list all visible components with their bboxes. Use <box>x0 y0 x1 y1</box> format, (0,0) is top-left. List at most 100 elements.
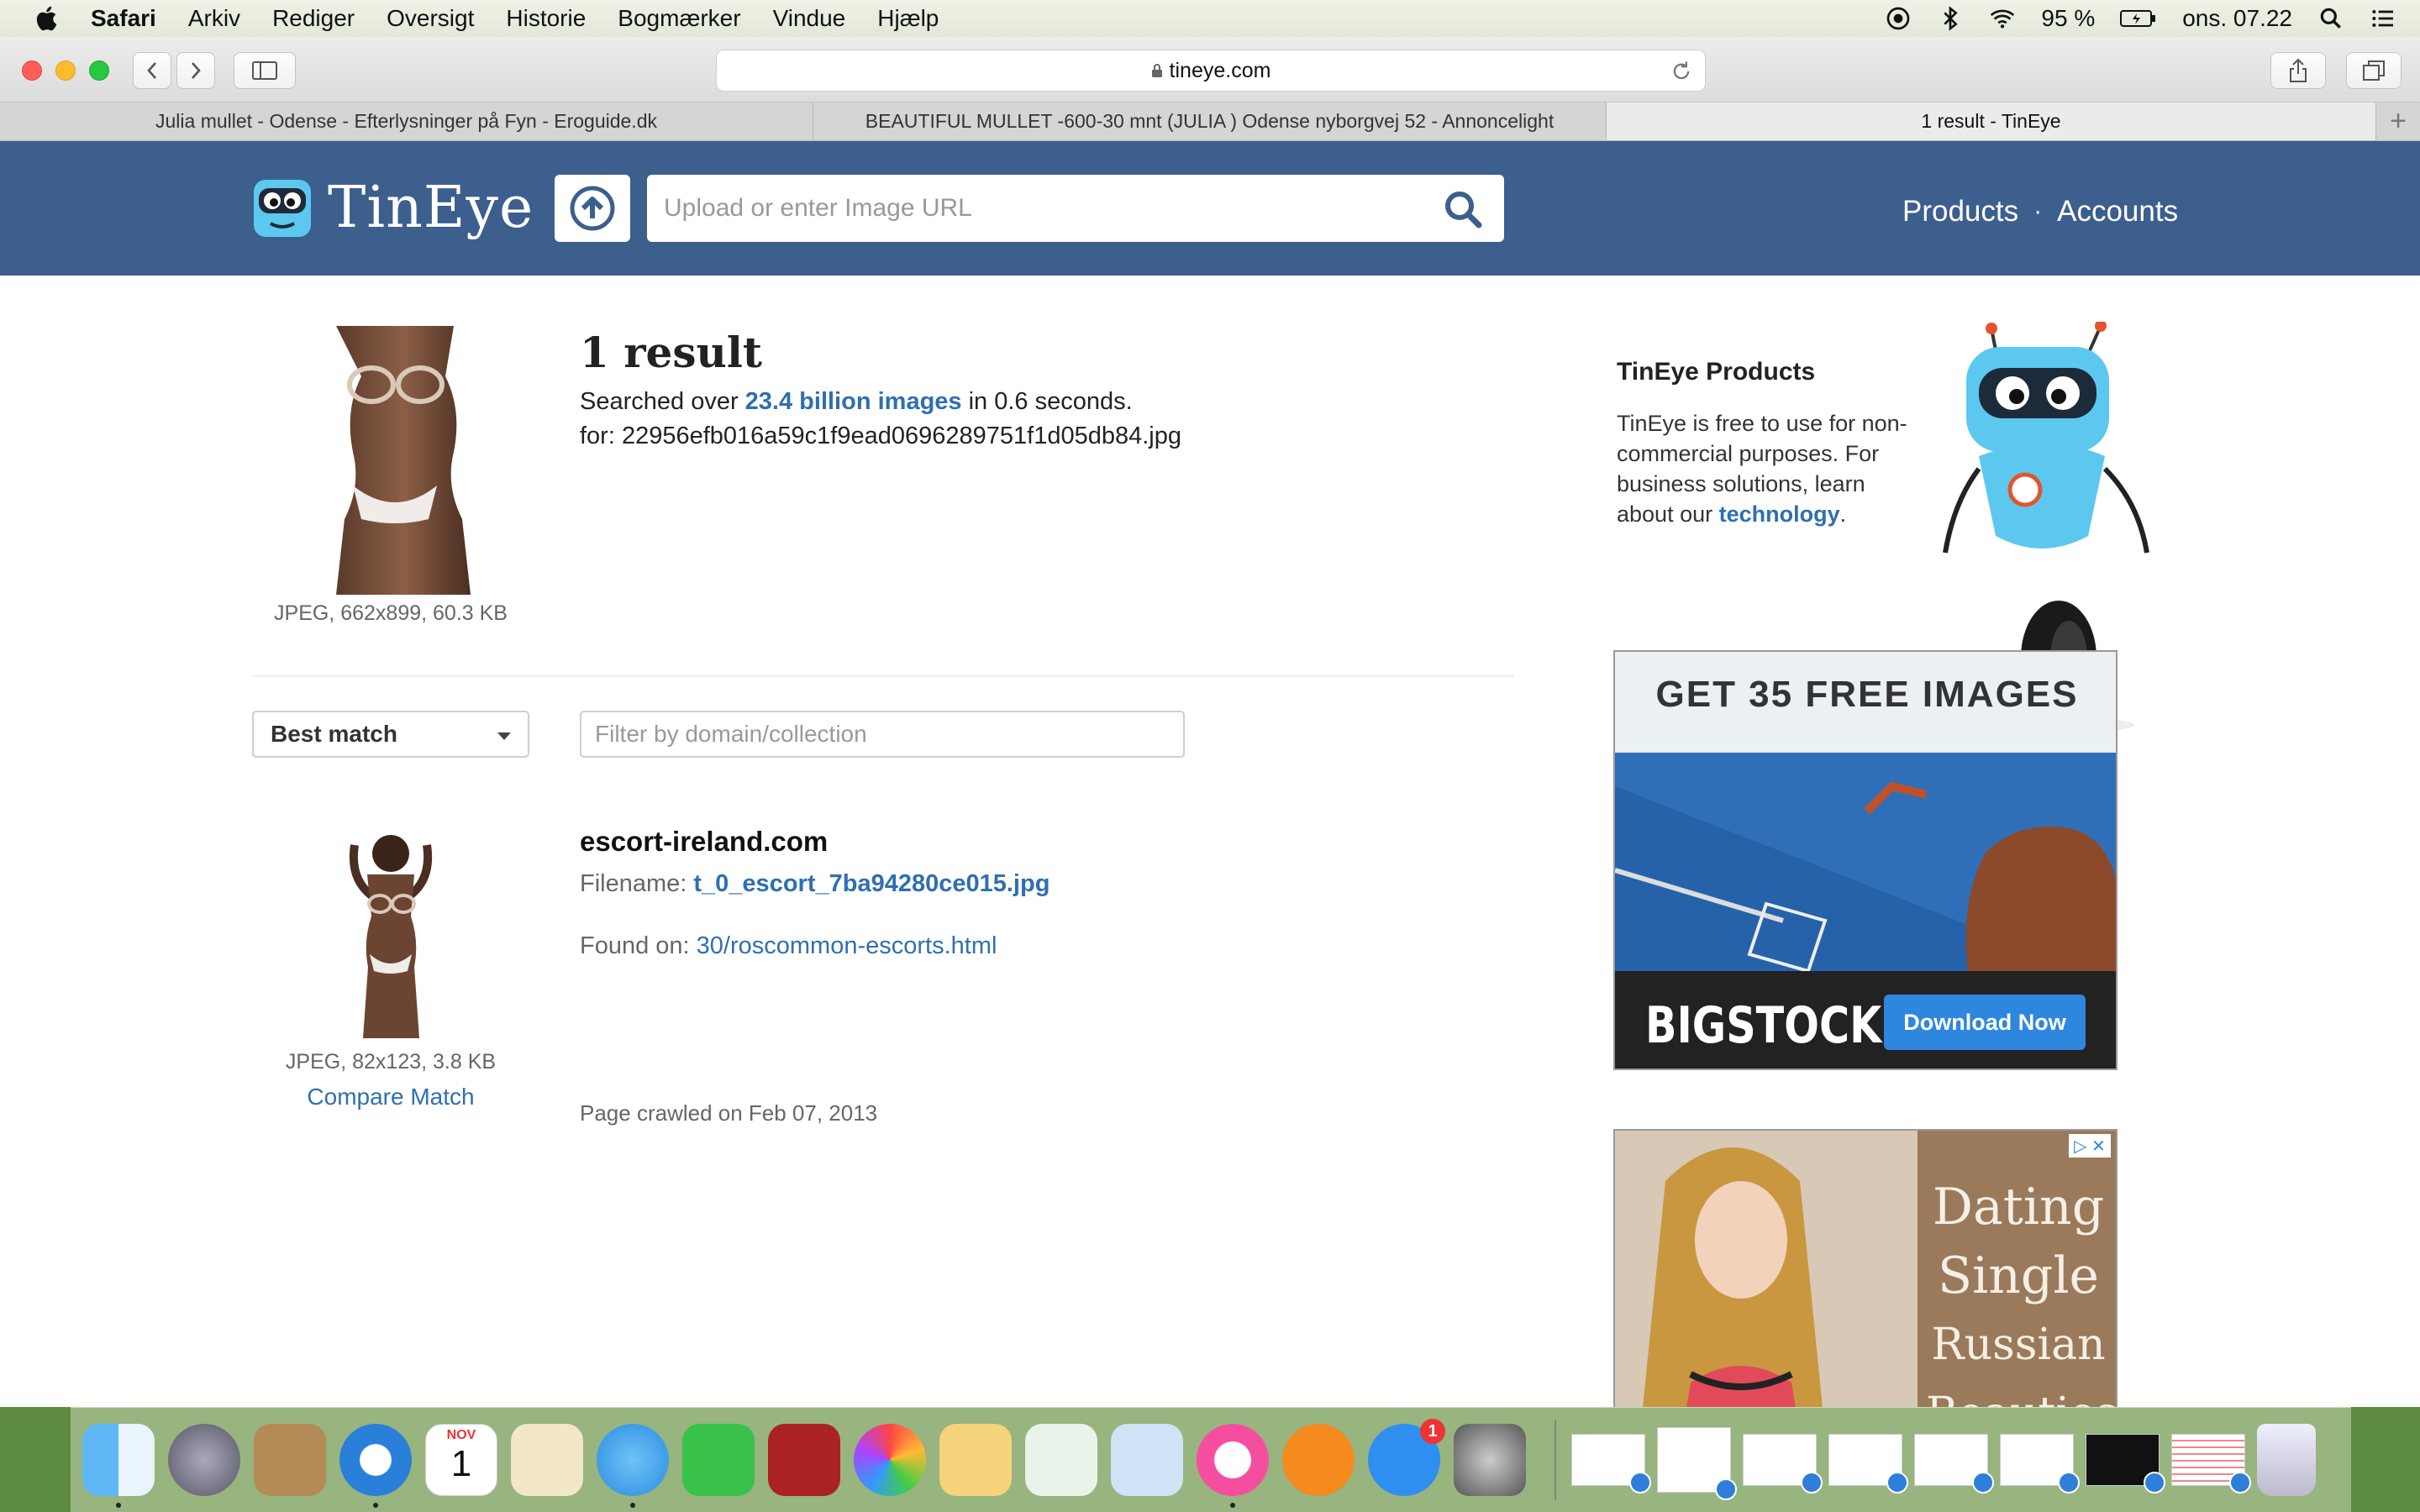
photo-booth-icon[interactable] <box>768 1424 840 1496</box>
share-button[interactable] <box>2270 52 2326 89</box>
trash-icon[interactable] <box>2257 1424 2316 1496</box>
minimized-window-6[interactable] <box>2000 1434 2080 1494</box>
ibooks-icon[interactable] <box>1282 1424 1355 1496</box>
searched-suffix: in 0.6 seconds. <box>961 388 1133 415</box>
calendar-icon[interactable]: NOV 1 <box>425 1424 497 1496</box>
new-tab-button[interactable]: + <box>2376 102 2420 140</box>
technology-link[interactable]: technology <box>1719 501 1840 527</box>
bigstock-ad[interactable]: GET 35 FREE IMAGES BIGSTOCK Download Now <box>1613 650 2118 1070</box>
lock-icon <box>1151 64 1162 77</box>
menu-hjaelp[interactable]: Hjælp <box>877 5 939 32</box>
tab-tineye[interactable]: 1 result - TinEye <box>1607 102 2376 140</box>
pages-icon[interactable] <box>939 1424 1012 1496</box>
ad2-text: Dating Single Russian Beauties <box>1926 1173 2116 1407</box>
minimized-window-1[interactable] <box>1571 1434 1651 1494</box>
facetime-icon[interactable] <box>682 1424 755 1496</box>
itunes-icon[interactable] <box>1197 1424 1269 1508</box>
search-icon[interactable] <box>1444 190 1482 228</box>
menu-vindue[interactable]: Vindue <box>773 5 846 32</box>
menu-bogmaerker[interactable]: Bogmærker <box>618 5 740 32</box>
match-domain[interactable]: escort-ireland.com <box>580 826 828 858</box>
photos-icon[interactable] <box>854 1424 926 1496</box>
window-minimize-button[interactable] <box>55 60 76 81</box>
dating-ad[interactable]: ▷ ✕ Dating Single Russian Beauties <box>1613 1129 2118 1407</box>
found-on-link[interactable]: 30/roscommon-escorts.html <box>697 932 997 959</box>
ad2-line3: Russian <box>1931 1320 2106 1370</box>
match-image[interactable] <box>321 828 460 1038</box>
menu-arkiv[interactable]: Arkiv <box>188 5 240 32</box>
menubar-status: 95 % ons. 07.22 <box>1885 0 2396 37</box>
system-preferences-icon[interactable] <box>1454 1424 1526 1496</box>
results-divider <box>252 675 1514 677</box>
menu-oversigt[interactable]: Oversigt <box>387 5 474 32</box>
match-found-line: Found on: 30/roscommon-escorts.html <box>580 932 997 960</box>
filename-link[interactable]: t_0_escort_7ba94280ce015.jpg <box>693 870 1050 897</box>
tab-eroguide[interactable]: Julia mullet - Odense - Efterlysninger p… <box>0 102 813 140</box>
spotlight-icon[interactable] <box>2317 5 2344 32</box>
window-close-button[interactable] <box>22 60 42 81</box>
match-image-caption: JPEG, 82x123, 3.8 KB <box>285 1050 497 1074</box>
launchpad-icon[interactable] <box>168 1424 240 1496</box>
upload-image-button[interactable] <box>555 175 630 242</box>
image-url-input[interactable] <box>664 183 1420 234</box>
bluetooth-icon[interactable] <box>1937 5 1964 32</box>
minimized-window-7[interactable] <box>2086 1434 2165 1494</box>
tab-overview-button[interactable] <box>2346 52 2402 89</box>
menu-historie[interactable]: Historie <box>506 5 586 32</box>
menu-bar: Safari Arkiv Rediger Oversigt Historie B… <box>0 0 2420 37</box>
reload-icon[interactable] <box>1670 60 1693 83</box>
numbers-icon[interactable] <box>1025 1424 1097 1496</box>
caret-down-icon <box>497 732 511 740</box>
url-text: tineye.com <box>1169 58 1271 82</box>
ad2-line2: Single <box>1937 1247 2100 1305</box>
header-nav: Products · Accounts <box>1902 195 2178 228</box>
searched-prefix: Searched over <box>580 388 745 415</box>
battery-icon[interactable] <box>2120 7 2157 30</box>
nav-accounts-link[interactable]: Accounts <box>2057 195 2178 228</box>
menu-safari[interactable]: Safari <box>91 5 156 32</box>
notification-center-icon[interactable] <box>2370 5 2396 32</box>
keynote-icon[interactable] <box>1111 1424 1183 1496</box>
safari-icon[interactable] <box>339 1424 412 1508</box>
contacts-icon[interactable] <box>254 1424 326 1496</box>
ad2-line4: Beauties <box>1926 1379 2116 1407</box>
menu-rediger[interactable]: Rediger <box>272 5 355 32</box>
sidebar-toggle-button[interactable] <box>234 52 296 89</box>
query-image[interactable] <box>302 326 487 595</box>
address-bar[interactable]: tineye.com <box>716 50 1706 92</box>
tineye-logo[interactable]: TinEye <box>252 175 534 241</box>
finder-icon[interactable] <box>82 1424 155 1508</box>
ad1-download-button[interactable]: Download Now <box>1884 995 2086 1050</box>
nav-products-link[interactable]: Products <box>1902 195 2018 228</box>
minimized-window-5[interactable] <box>1914 1434 1994 1494</box>
menubar-clock[interactable]: ons. 07.22 <box>2182 5 2292 32</box>
minimized-window-4[interactable] <box>1828 1434 1908 1494</box>
calendar-day: 1 <box>450 1443 472 1484</box>
products-text-2: . <box>1839 501 1847 527</box>
compare-match-link[interactable]: Compare Match <box>252 1084 529 1110</box>
messages-icon[interactable] <box>597 1424 669 1508</box>
minimized-window-8[interactable] <box>2171 1434 2251 1494</box>
wifi-icon[interactable] <box>1989 5 2016 32</box>
tab-bar: Julia mullet - Odense - Efterlysninger p… <box>0 102 2420 141</box>
app-store-badge: 1 <box>1420 1419 1445 1444</box>
adchoices-icon[interactable]: ▷ ✕ <box>2069 1134 2111 1158</box>
match-filename-line: Filename: t_0_escort_7ba94280ce015.jpg <box>580 870 1050 898</box>
sidebar-icon <box>252 61 277 80</box>
preview-icon[interactable] <box>511 1424 583 1496</box>
privacy-icon[interactable] <box>1885 5 1912 32</box>
apple-icon[interactable] <box>34 4 62 33</box>
indexed-images-link[interactable]: 23.4 billion images <box>745 388 962 415</box>
back-button[interactable] <box>133 52 171 89</box>
ad1-headline: GET 35 FREE IMAGES <box>1655 674 2079 715</box>
products-title: TinEye Products <box>1617 358 1816 386</box>
minimized-window-2[interactable] <box>1657 1427 1737 1500</box>
calendar-month: NOV <box>446 1428 476 1442</box>
window-zoom-button[interactable] <box>89 60 109 81</box>
domain-filter-input[interactable] <box>580 711 1185 758</box>
tab-annoncelight[interactable]: BEAUTIFUL MULLET -600-30 mnt (JULIA ) Od… <box>813 102 1607 140</box>
sort-dropdown[interactable]: Best match <box>252 711 529 758</box>
minimized-window-3[interactable] <box>1743 1434 1823 1494</box>
forward-button[interactable] <box>176 52 215 89</box>
app-store-icon[interactable]: 1 <box>1368 1419 1445 1496</box>
